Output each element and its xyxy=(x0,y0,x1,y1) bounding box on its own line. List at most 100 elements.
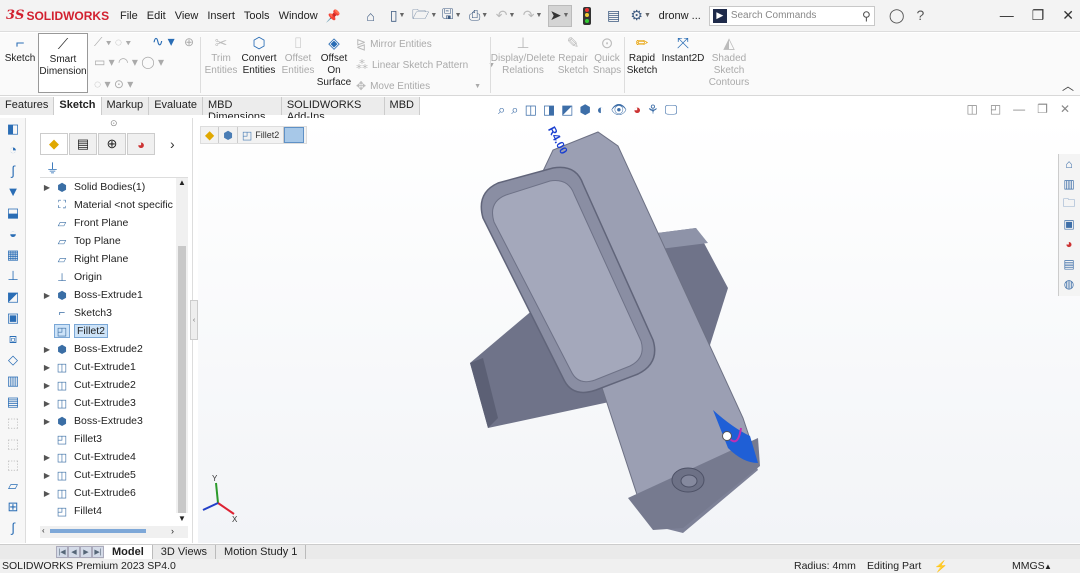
tree-node[interactable]: ▱ Right Plane xyxy=(40,250,178,268)
tree-horizontal-scrollbar[interactable]: ‹ › xyxy=(40,526,188,538)
feature-manager-tab-icon[interactable]: ◆ xyxy=(40,133,68,155)
collapse-ribbon-icon[interactable]: ︿ xyxy=(1062,77,1074,94)
apply-scene-icon[interactable]: ⚘ xyxy=(647,102,659,118)
spline-icon[interactable]: ∿ ▾ xyxy=(152,33,175,50)
design-library-icon[interactable]: ▥ xyxy=(1059,174,1079,194)
extruded-cut-icon[interactable]: ▼ xyxy=(0,181,26,202)
filter-icon[interactable]: ⏚ xyxy=(46,158,59,177)
print-icon[interactable]: ⎙ ▼ xyxy=(467,5,491,27)
tree-node[interactable]: ▶ ◫ Cut-Extrude5 xyxy=(40,466,178,484)
edit-appearance-icon[interactable]: ◕ xyxy=(633,102,641,118)
redo-icon[interactable]: ↷ ▼ xyxy=(521,5,545,27)
user-account-icon[interactable]: ◯ xyxy=(889,7,905,24)
tree-node[interactable]: ▶ ◫ Cut-Extrude4 xyxy=(40,448,178,466)
tab-evaluate[interactable]: Evaluate xyxy=(149,97,203,115)
intersect-icon[interactable]: ⬚ xyxy=(0,433,26,454)
tree-node[interactable]: ⌐ Sketch3 xyxy=(40,304,178,322)
zoom-area-icon[interactable]: ⌕ xyxy=(511,102,518,118)
tab-motion-study-1[interactable]: Motion Study 1 xyxy=(216,544,307,560)
display-manager-tab-icon[interactable]: ◕ xyxy=(127,133,155,155)
zoom-to-fit-icon[interactable]: ⌕ xyxy=(498,102,505,118)
offset-on-surface-command[interactable]: ◈ Offset On Surface xyxy=(316,33,352,89)
expand-arrow-icon[interactable]: ▶ xyxy=(40,381,54,390)
rib-icon[interactable]: ⊥ xyxy=(0,265,26,286)
sketch-spline-icon[interactable]: ∫ xyxy=(0,517,26,538)
scroll-left-icon[interactable]: ‹ xyxy=(42,526,45,535)
curves-icon[interactable]: ▥ xyxy=(0,370,26,391)
custom-properties-icon[interactable]: ▤ xyxy=(1059,254,1079,274)
move-entities-command[interactable]: ✥ Move Entities ▼ xyxy=(356,79,481,93)
menu-file[interactable]: File xyxy=(120,8,138,24)
viewport-split-icon[interactable]: ◫ xyxy=(966,102,977,116)
expand-arrow-icon[interactable]: ▶ xyxy=(40,417,54,426)
home-icon[interactable]: ⌂ xyxy=(359,5,383,27)
first-tab-icon[interactable]: |◀ xyxy=(56,546,68,558)
instant3d-icon[interactable]: ▤ xyxy=(0,391,26,412)
next-tab-icon[interactable]: ▶ xyxy=(80,546,92,558)
tree-node[interactable]: ▶ ◫ Cut-Extrude6 xyxy=(40,484,178,502)
close-icon[interactable]: ✕ xyxy=(1062,7,1074,24)
previous-view-icon[interactable]: ◫ xyxy=(525,102,537,118)
shell-icon[interactable]: ▣ xyxy=(0,307,26,328)
tree-node[interactable]: ▶ ◫ Cut-Extrude3 xyxy=(40,394,178,412)
rebuild-status-icon[interactable]: ⚡ xyxy=(934,560,948,573)
configuration-manager-tab-icon[interactable]: ⊕ xyxy=(98,133,126,155)
wrap-icon[interactable]: ⬚ xyxy=(0,412,26,433)
tab-sketch[interactable]: Sketch xyxy=(54,97,102,115)
expand-arrow-icon[interactable]: ▶ xyxy=(40,291,54,300)
solidworks-forum-icon[interactable]: ◍ xyxy=(1059,274,1079,294)
tree-node[interactable]: ◰ Fillet2 xyxy=(40,322,178,340)
menu-tools[interactable]: Tools xyxy=(244,8,270,24)
expand-arrow-icon[interactable]: ▶ xyxy=(40,363,54,372)
hscroll-thumb[interactable] xyxy=(50,529,146,533)
options-gear-icon[interactable]: ⚙ ▼ xyxy=(629,5,653,27)
unit-system[interactable]: MMGS xyxy=(1012,560,1045,572)
help-icon[interactable]: ? xyxy=(917,7,925,24)
tab-solidworks-add-ins[interactable]: SOLIDWORKS Add-Ins xyxy=(282,97,385,123)
view-palette-icon[interactable]: ▣ xyxy=(1059,214,1079,234)
solidworks-resources-icon[interactable]: ⌂ xyxy=(1059,154,1079,174)
rapid-sketch-command[interactable]: ✏ Rapid Sketch xyxy=(626,33,658,77)
menu-view[interactable]: View xyxy=(175,8,199,24)
last-tab-icon[interactable]: ▶| xyxy=(92,546,104,558)
scroll-up-icon[interactable]: ▲ xyxy=(176,178,188,187)
sketch-command[interactable]: ⌐ Sketch xyxy=(4,33,36,65)
mirror-tool-icon[interactable]: ⧈ xyxy=(0,328,26,349)
tree-node[interactable]: ◰ Fillet3 xyxy=(40,430,178,448)
tab-model[interactable]: Model xyxy=(104,544,153,560)
slot-icon[interactable]: ◌ ▾ ⊙ ▾ xyxy=(94,77,133,91)
tree-node[interactable]: ▶ ⬢ Boss-Extrude1 xyxy=(40,286,178,304)
search-scope-icon[interactable]: ▶ xyxy=(712,8,727,23)
expand-arrow-icon[interactable]: ▶ xyxy=(40,183,54,192)
hide-show-items-icon[interactable]: 👁 xyxy=(611,102,628,118)
dome-icon[interactable]: ⬚ xyxy=(0,454,26,475)
tree-node[interactable]: ▶ ⬢ Boss-Extrude3 xyxy=(40,412,178,430)
quick-snaps-command[interactable]: ⊙ Quick Snaps xyxy=(592,33,622,77)
prev-tab-icon[interactable]: ◀ xyxy=(68,546,80,558)
minimize-icon[interactable]: — xyxy=(1000,7,1014,24)
reference-geometry-icon[interactable]: ◇ xyxy=(0,349,26,370)
menu-window[interactable]: Window xyxy=(279,8,318,24)
repair-sketch-command[interactable]: ✎ Repair Sketch xyxy=(556,33,590,77)
view-settings-icon[interactable]: 🖵 xyxy=(665,102,678,118)
tree-vertical-scrollbar[interactable]: ▲ ▼ xyxy=(176,178,188,523)
tree-node[interactable]: ◰ Fillet4 xyxy=(40,502,178,520)
viewport-close-icon[interactable]: ✕ xyxy=(1060,102,1070,116)
tree-node[interactable]: ⊥ Origin xyxy=(40,268,178,286)
scroll-right-icon[interactable]: › xyxy=(171,526,174,536)
scroll-down-icon[interactable]: ▼ xyxy=(176,514,188,523)
part-model[interactable]: R4.00 Y X xyxy=(198,118,1080,543)
offset-entities-command[interactable]: ⌷ Offset Entities xyxy=(280,33,316,77)
weldments-icon[interactable]: ⊞ xyxy=(0,496,26,517)
tree-node[interactable]: ▶ ◫ Cut-Extrude2 xyxy=(40,376,178,394)
sheet-metal-icon[interactable]: ▱ xyxy=(0,475,26,496)
draft-icon[interactable]: ◩ xyxy=(0,286,26,307)
mirror-entities-command[interactable]: ⧎ Mirror Entities xyxy=(356,37,432,51)
restore-icon[interactable]: ❐ xyxy=(1032,7,1045,24)
file-explorer-icon[interactable]: 🗀 xyxy=(1059,194,1079,214)
viewport-tile-icon[interactable]: ◰ xyxy=(990,102,1001,116)
pin-menu-icon[interactable]: 📌 xyxy=(326,9,341,23)
tab-features[interactable]: Features xyxy=(0,97,55,115)
section-view-icon[interactable]: ◨ xyxy=(543,102,555,118)
rectangle-icon[interactable]: ▭ ▾ ◠ ▾ ◯ ▾ xyxy=(94,55,164,69)
